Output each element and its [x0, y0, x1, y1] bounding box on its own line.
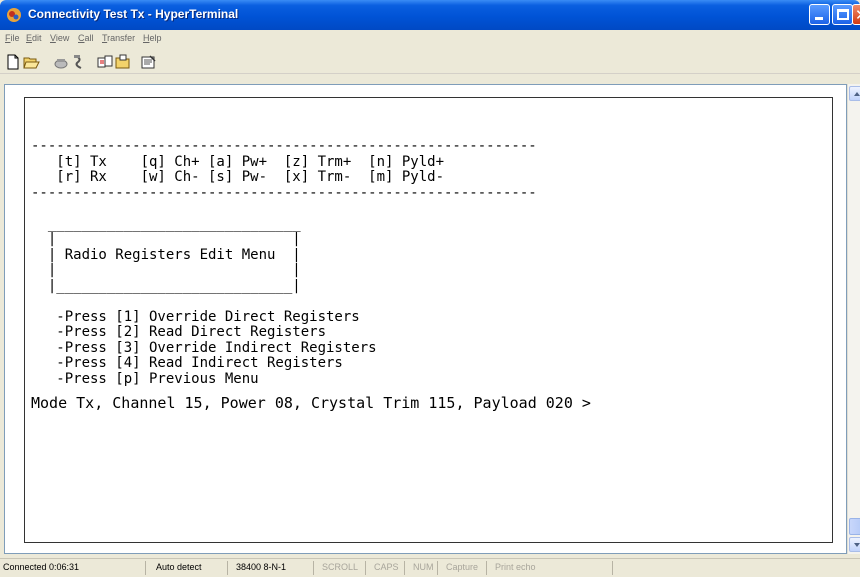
scroll-down-button[interactable]: [849, 537, 860, 552]
status-divider: [145, 561, 146, 575]
toolbar: [0, 50, 860, 74]
terminal-prompt: Mode Tx, Channel 15, Power 08, Crystal T…: [31, 394, 591, 412]
status-port: 38400 8-N-1: [236, 562, 287, 572]
minimize-button[interactable]: [809, 4, 830, 25]
disconnect-icon[interactable]: [70, 53, 88, 71]
terminal-screen[interactable]: ----------------------------------------…: [24, 97, 833, 543]
terminal-line: |____________________________|: [31, 277, 301, 294]
title-bar[interactable]: Connectivity Test Tx - HyperTerminal ✕: [0, 0, 860, 30]
status-divider: [612, 561, 613, 575]
status-num: NUM: [413, 562, 434, 572]
status-scroll: SCROLL: [322, 562, 359, 572]
status-detect: Auto detect: [156, 562, 202, 572]
menu-call[interactable]: Call: [78, 33, 94, 43]
terminal-line: [r] Rx [w] Ch- [s] Pw- [x] Trm- [m] Pyld…: [31, 169, 445, 185]
new-icon[interactable]: [4, 53, 22, 71]
terminal-line: ----------------------------------------…: [31, 138, 537, 154]
terminal-line: [t] Tx [q] Ch+ [a] Pw+ [z] Trm+ [n] Pyld…: [31, 153, 445, 170]
terminal-line: -Press [p] Previous Menu: [31, 370, 259, 387]
menu-file[interactable]: File: [5, 33, 20, 43]
maximize-icon: [837, 9, 849, 20]
terminal-line: | |: [31, 262, 301, 278]
menu-help[interactable]: Help: [143, 33, 162, 43]
scroll-thumb[interactable]: [849, 518, 860, 535]
maximize-button[interactable]: [832, 4, 853, 25]
vertical-scrollbar[interactable]: [847, 84, 860, 554]
terminal-line: ----------------------------------------…: [31, 184, 537, 201]
status-divider: [404, 561, 405, 575]
terminal-output: ----------------------------------------…: [31, 108, 537, 387]
minimize-icon: [815, 17, 823, 20]
send-icon[interactable]: [96, 53, 114, 71]
menu-transfer[interactable]: Transfer: [102, 33, 135, 43]
menu-bar: File Edit View Call Transfer Help: [0, 30, 860, 50]
menu-edit[interactable]: Edit: [26, 33, 42, 43]
phone-icon[interactable]: [52, 53, 70, 71]
status-divider: [313, 561, 314, 575]
hyperterminal-icon: [7, 8, 21, 22]
close-icon: ✕: [855, 6, 860, 24]
terminal-line: -Press [3] Override Indirect Registers: [31, 339, 377, 356]
arrow-up-icon: [854, 92, 860, 96]
terminal-line: -Press [2] Read Direct Registers: [31, 324, 327, 340]
open-icon[interactable]: [22, 53, 40, 71]
arrow-down-icon: [854, 543, 860, 547]
status-capture: Capture: [446, 562, 479, 572]
terminal-line: -Press [4] Read Indirect Registers: [31, 355, 343, 371]
status-caps: CAPS: [374, 562, 399, 572]
scroll-up-button[interactable]: [849, 86, 860, 101]
terminal-line: ______________________________: [31, 215, 301, 232]
status-divider: [227, 561, 228, 575]
window-title: Connectivity Test Tx - HyperTerminal: [28, 7, 239, 21]
properties-icon[interactable]: [140, 53, 158, 71]
menu-view[interactable]: View: [50, 33, 69, 43]
receive-icon[interactable]: [114, 53, 132, 71]
terminal-line: | Radio Registers Edit Menu |: [31, 246, 301, 263]
status-divider: [365, 561, 366, 575]
status-divider: [486, 561, 487, 575]
status-print-echo: Print echo: [495, 562, 536, 572]
close-button[interactable]: ✕: [852, 4, 860, 25]
terminal-line: -Press [1] Override Direct Registers: [31, 308, 360, 325]
status-divider: [437, 561, 438, 575]
terminal-line: | |: [31, 231, 301, 247]
status-connected: Connected 0:06:31: [3, 562, 80, 572]
status-bar: Connected 0:06:31 Auto detect 38400 8-N-…: [0, 558, 860, 577]
